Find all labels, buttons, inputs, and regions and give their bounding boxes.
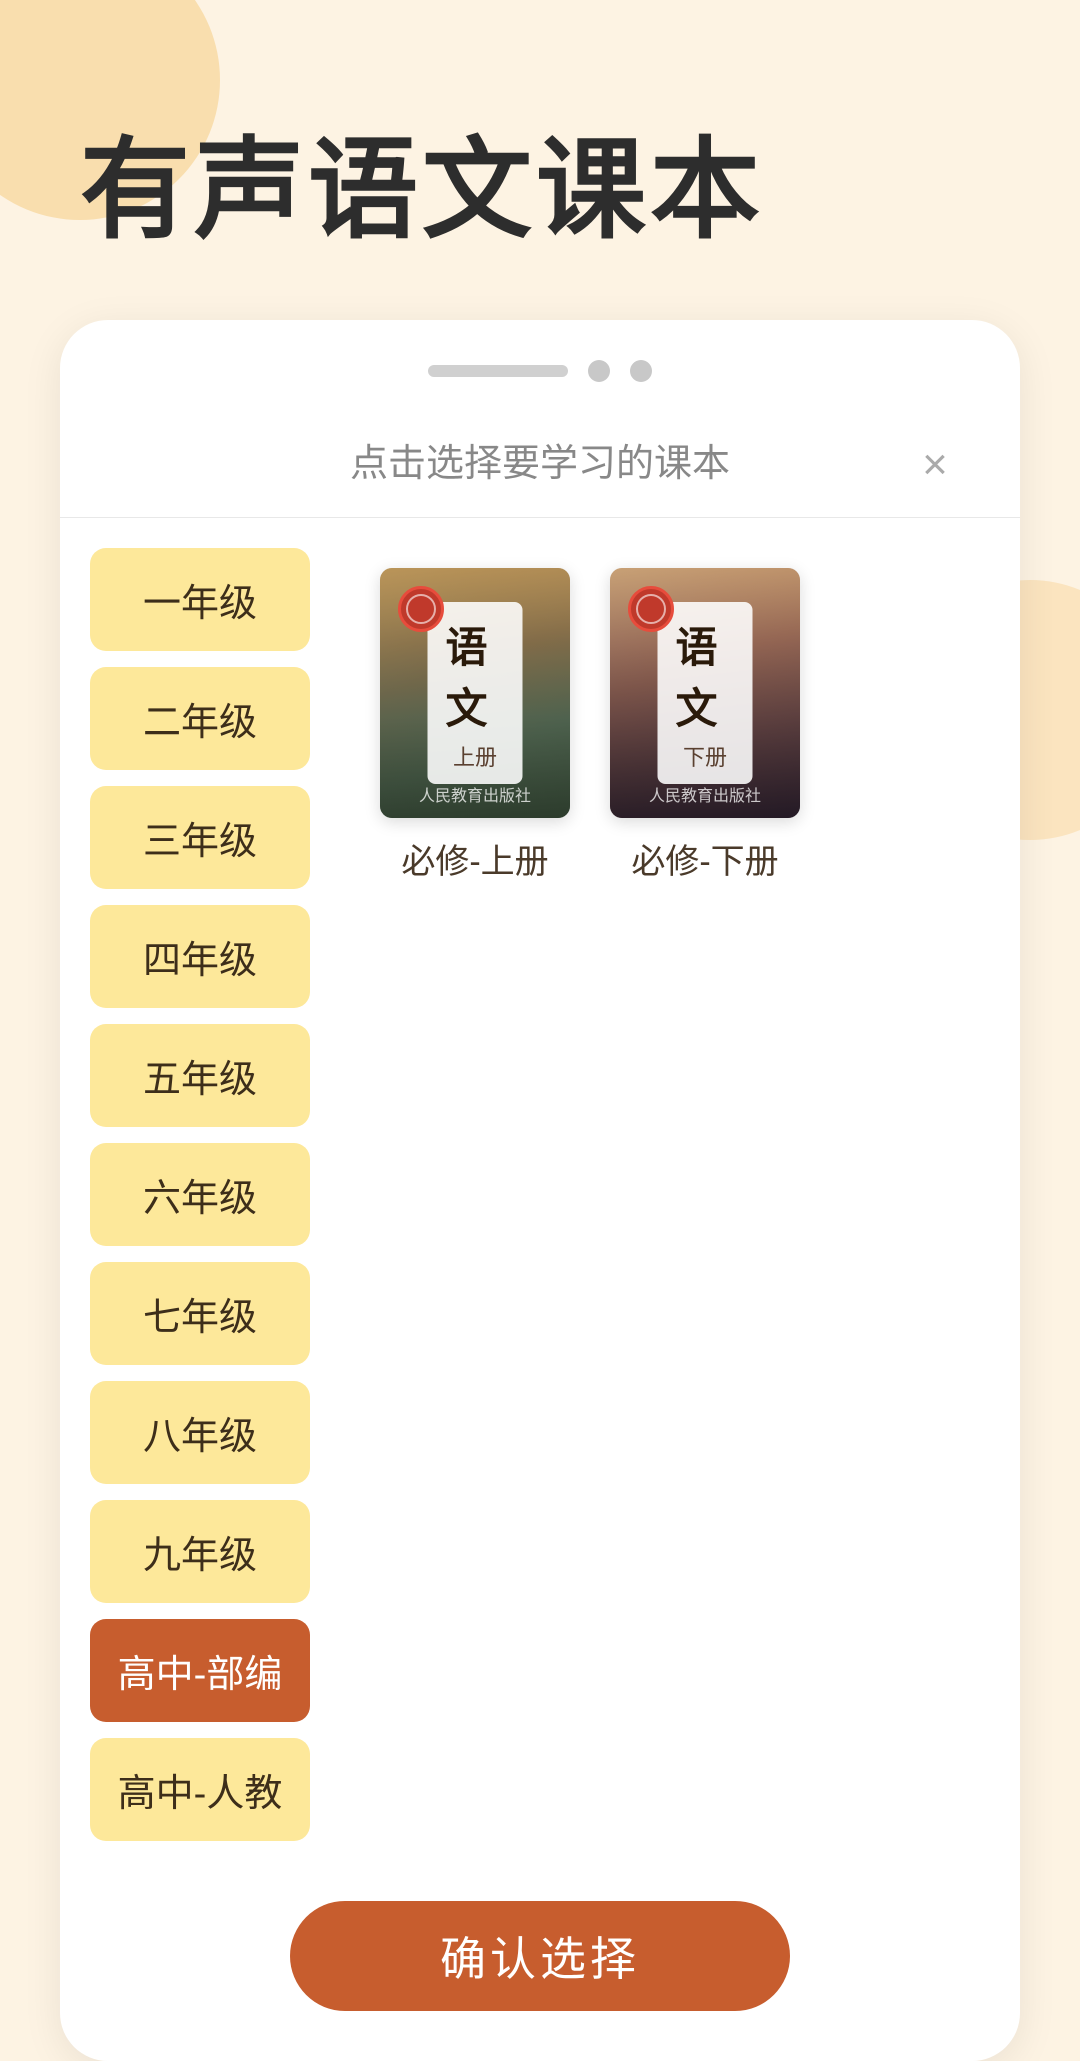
book-main-label-1: 语文	[446, 614, 505, 736]
book-publisher-2: 人民教育出版社	[610, 782, 800, 806]
book-seal-2	[628, 586, 674, 632]
book-sub-label-2: 下册	[683, 740, 727, 772]
top-bar-dot-1	[588, 360, 610, 382]
book-item-2[interactable]: 语文 下册 人民教育出版社 必修-下册	[610, 568, 800, 883]
book-name-2: 必修-下册	[631, 834, 778, 883]
modal-header: 点击选择要学习的课本 ×	[60, 412, 1020, 518]
close-icon: ×	[922, 443, 948, 487]
book-list: 语文 上册 人民教育出版社 必修-上册 语文	[340, 518, 1020, 1871]
grade-item-4[interactable]: 四年级	[90, 905, 310, 1008]
grade-item-7[interactable]: 七年级	[90, 1262, 310, 1365]
grade-list: 一年级 二年级 三年级 四年级 五年级 六年级 七年级 八年级	[60, 518, 340, 1871]
grade-item-high-ren[interactable]: 高中-人教	[90, 1738, 310, 1841]
book-badge-1: 语文 上册	[428, 602, 523, 784]
grade-item-8[interactable]: 八年级	[90, 1381, 310, 1484]
book-seal-inner-2	[636, 594, 666, 624]
book-cover-1: 语文 上册 人民教育出版社	[380, 568, 570, 818]
book-seal-1	[398, 586, 444, 632]
book-seal-inner-1	[406, 594, 436, 624]
grade-item-9[interactable]: 九年级	[90, 1500, 310, 1603]
book-name-1: 必修-上册	[401, 834, 548, 883]
book-badge-2: 语文 下册	[658, 602, 753, 784]
book-cover-2: 语文 下册 人民教育出版社	[610, 568, 800, 818]
grade-item-5[interactable]: 五年级	[90, 1024, 310, 1127]
confirm-btn-area: 确认选择	[60, 1871, 1020, 2061]
grade-item-high-bu[interactable]: 高中-部编	[90, 1619, 310, 1722]
book-grid: 语文 上册 人民教育出版社 必修-上册 语文	[370, 548, 990, 903]
modal-instruction: 点击选择要学习的课本	[350, 432, 730, 487]
top-bar-pill	[428, 365, 568, 377]
top-bar-dot-2	[630, 360, 652, 382]
grade-item-1[interactable]: 一年级	[90, 548, 310, 651]
close-button[interactable]: ×	[910, 440, 960, 490]
book-main-label-2: 语文	[676, 614, 735, 736]
modal-body: 一年级 二年级 三年级 四年级 五年级 六年级 七年级 八年级	[60, 518, 1020, 1871]
book-item-1[interactable]: 语文 上册 人民教育出版社 必修-上册	[380, 568, 570, 883]
modal-top-bar	[60, 360, 1020, 412]
book-publisher-1: 人民教育出版社	[380, 782, 570, 806]
grade-item-6[interactable]: 六年级	[90, 1143, 310, 1246]
app-title: 有声语文课本	[80, 100, 1000, 260]
title-area: 有声语文课本	[0, 0, 1080, 320]
confirm-button[interactable]: 确认选择	[290, 1901, 790, 2011]
grade-item-3[interactable]: 三年级	[90, 786, 310, 889]
selection-modal: 点击选择要学习的课本 × 一年级 二年级 三年级 四年级 五年级 六年级	[60, 320, 1020, 2061]
grade-item-2[interactable]: 二年级	[90, 667, 310, 770]
book-sub-label-1: 上册	[453, 740, 497, 772]
